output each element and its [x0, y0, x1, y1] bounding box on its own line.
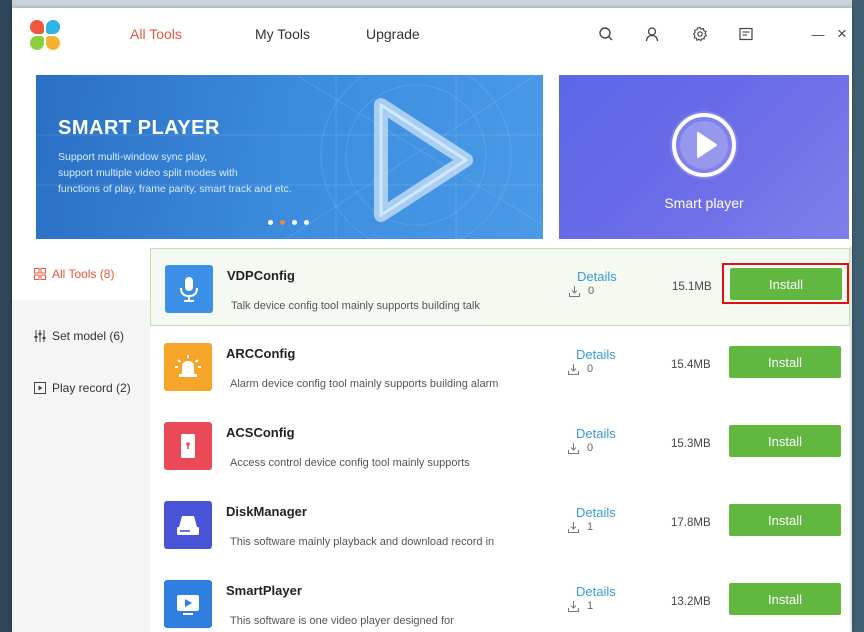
- sliders-icon: [34, 330, 46, 342]
- banner-description: Support multi-window sync play, support …: [58, 149, 292, 197]
- install-button[interactable]: Install: [729, 425, 841, 457]
- list-item[interactable]: SmartPlayer This software is one video p…: [150, 564, 850, 632]
- app-description: Talk device config tool mainly supports …: [231, 300, 480, 312]
- banner-desc-line: functions of play, frame parity, smart t…: [58, 183, 292, 195]
- carousel-dots: [268, 220, 309, 225]
- sidebar-item-label: Set model (6): [52, 329, 125, 343]
- details-link[interactable]: Details: [576, 347, 616, 362]
- tab-my-tools[interactable]: My Tools: [255, 26, 310, 42]
- download-icon: [568, 521, 579, 533]
- download-count: 0: [568, 442, 593, 454]
- install-button[interactable]: Install: [729, 346, 841, 378]
- disk-icon: [164, 501, 212, 549]
- details-link[interactable]: Details: [576, 584, 616, 599]
- side-banner-label: Smart player: [664, 195, 744, 211]
- category-sidebar: All Tools (8) Set model (6) Play record …: [12, 248, 150, 632]
- download-icon: [568, 442, 579, 454]
- desktop-background: [0, 0, 864, 8]
- download-count-value: 1: [587, 521, 594, 533]
- banner-desc-line: support multiple video split modes with: [58, 167, 238, 179]
- app-logo-icon: [30, 20, 60, 50]
- download-count: 0: [569, 285, 594, 297]
- app-size: 15.3MB: [671, 438, 711, 450]
- app-description: Access control device config tool mainly…: [230, 457, 470, 469]
- sidebar-item-set-model[interactable]: Set model (6): [12, 310, 150, 362]
- user-icon[interactable]: [642, 24, 662, 44]
- download-icon: [568, 363, 579, 375]
- search-icon[interactable]: [596, 24, 616, 44]
- alarm-icon: [164, 343, 212, 391]
- details-link[interactable]: Details: [576, 505, 616, 520]
- list-item[interactable]: ACSConfig Access control device config t…: [150, 406, 850, 484]
- minimize-icon[interactable]: —: [808, 24, 828, 44]
- settings-icon[interactable]: [690, 24, 710, 44]
- tab-all-tools[interactable]: All Tools: [130, 26, 182, 42]
- smart-player-side-banner[interactable]: Smart player: [559, 75, 849, 239]
- app-size: 17.8MB: [671, 517, 711, 529]
- desktop-background-left: [0, 0, 12, 632]
- download-count-value: 1: [587, 600, 594, 612]
- app-description: This software is one video player design…: [230, 615, 454, 627]
- download-count-value: 0: [587, 363, 594, 375]
- grid-icon: [34, 268, 46, 280]
- details-link[interactable]: Details: [577, 269, 617, 284]
- door-icon: [164, 422, 212, 470]
- download-count-value: 0: [587, 442, 594, 454]
- carousel-dot[interactable]: [304, 220, 309, 225]
- install-button[interactable]: Install: [730, 268, 842, 300]
- app-description: Alarm device config tool mainly supports…: [230, 378, 499, 390]
- desktop-background-right: [852, 0, 864, 632]
- carousel-dot-active[interactable]: [280, 220, 285, 225]
- app-window: All Tools My Tools Upgrade — × SMART PLA…: [12, 8, 852, 632]
- banner-title: SMART PLAYER: [58, 117, 220, 139]
- banner-desc-line: Support multi-window sync play,: [58, 151, 208, 163]
- microphone-icon: [165, 265, 213, 313]
- sidebar-item-label: Play record (2): [52, 381, 131, 395]
- player-icon: [164, 580, 212, 628]
- app-name: DiskManager: [226, 504, 307, 519]
- details-link[interactable]: Details: [576, 426, 616, 441]
- carousel-dot[interactable]: [268, 220, 273, 225]
- app-name: ACSConfig: [226, 425, 295, 440]
- download-count-value: 0: [588, 285, 595, 297]
- sidebar-item-all-tools[interactable]: All Tools (8): [12, 248, 150, 300]
- app-size: 13.2MB: [671, 596, 711, 608]
- sidebar-item-label: All Tools (8): [52, 267, 115, 281]
- list-item[interactable]: DiskManager This software mainly playbac…: [150, 485, 850, 563]
- download-count: 1: [568, 521, 593, 533]
- app-name: ARCConfig: [226, 346, 296, 361]
- install-button[interactable]: Install: [729, 504, 841, 536]
- app-description: This software mainly playback and downlo…: [230, 536, 495, 548]
- tool-list: VDPConfig Talk device config tool mainly…: [150, 246, 852, 632]
- play-record-icon: [34, 382, 46, 394]
- app-size: 15.1MB: [672, 281, 712, 293]
- download-icon: [569, 285, 580, 297]
- smart-player-banner[interactable]: SMART PLAYER Support multi-window sync p…: [36, 75, 543, 239]
- download-icon: [568, 600, 579, 612]
- install-button[interactable]: Install: [729, 583, 841, 615]
- carousel-dot[interactable]: [292, 220, 297, 225]
- close-icon[interactable]: ×: [832, 24, 852, 44]
- download-count: 0: [568, 363, 593, 375]
- download-count: 1: [568, 600, 593, 612]
- list-scrollbar[interactable]: [850, 246, 852, 632]
- app-name: VDPConfig: [227, 268, 295, 283]
- list-item[interactable]: VDPConfig Talk device config tool mainly…: [150, 248, 850, 326]
- top-nav-bar: All Tools My Tools Upgrade — ×: [12, 8, 852, 64]
- list-item[interactable]: ARCConfig Alarm device config tool mainl…: [150, 327, 850, 405]
- notes-icon[interactable]: [736, 24, 756, 44]
- app-name: SmartPlayer: [226, 583, 302, 598]
- sidebar-item-play-record[interactable]: Play record (2): [12, 362, 150, 414]
- app-size: 15.4MB: [671, 359, 711, 371]
- play-circle-icon: [670, 111, 738, 179]
- tab-upgrade[interactable]: Upgrade: [366, 26, 420, 42]
